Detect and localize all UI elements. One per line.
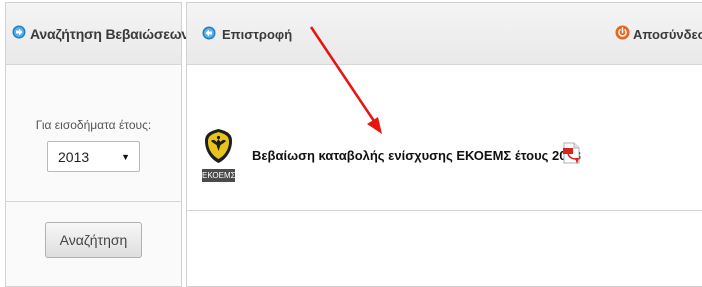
year-select-value: 2013: [58, 148, 90, 165]
search-panel: Αναζήτηση Βεβαιώσεων Για εισοδήματα έτου…: [5, 2, 189, 287]
results-panel: Επιστροφή Αποσύνδεσ ΕΚΟΕΜΣ Βεβαίωση κατα…: [186, 2, 702, 287]
chevron-down-icon: ▼: [121, 151, 130, 162]
search-panel-header: Αναζήτηση Βεβαιώσεων: [6, 3, 189, 65]
back-link[interactable]: Επιστροφή: [202, 26, 292, 43]
year-filter: Για εισοδήματα έτους: 2013 ▼: [6, 65, 181, 202]
ekoems-logo: ΕΚΟΕΜΣ: [202, 127, 236, 182]
document-row: ΕΚΟΕΜΣ Βεβαίωση καταβολής ενίσχυσης ΕΚΟΕ…: [187, 65, 702, 211]
logout-link[interactable]: Αποσύνδεσ: [615, 25, 702, 43]
logout-link-label: Αποσύνδεσ: [633, 26, 702, 42]
results-panel-header: Επιστροφή Αποσύνδεσ: [187, 3, 702, 65]
search-button[interactable]: Αναζήτηση: [45, 222, 142, 258]
year-label: Για εισοδήματα έτους:: [35, 118, 152, 132]
year-select[interactable]: 2013 ▼: [47, 141, 140, 172]
back-arrow-icon: [202, 26, 216, 43]
search-actions: Αναζήτηση: [6, 202, 181, 286]
back-link-label: Επιστροφή: [222, 27, 293, 42]
power-icon: [615, 25, 630, 43]
document-title-link[interactable]: Βεβαίωση καταβολής ενίσχυσης ΕΚΟΕΜΣ έτου…: [252, 148, 581, 163]
forward-arrow-icon: [12, 25, 26, 42]
ekoems-logo-tag: ΕΚΟΕΜΣ: [202, 169, 236, 182]
search-panel-title: Αναζήτηση Βεβαιώσεων: [30, 25, 189, 42]
pdf-icon[interactable]: [563, 142, 581, 171]
